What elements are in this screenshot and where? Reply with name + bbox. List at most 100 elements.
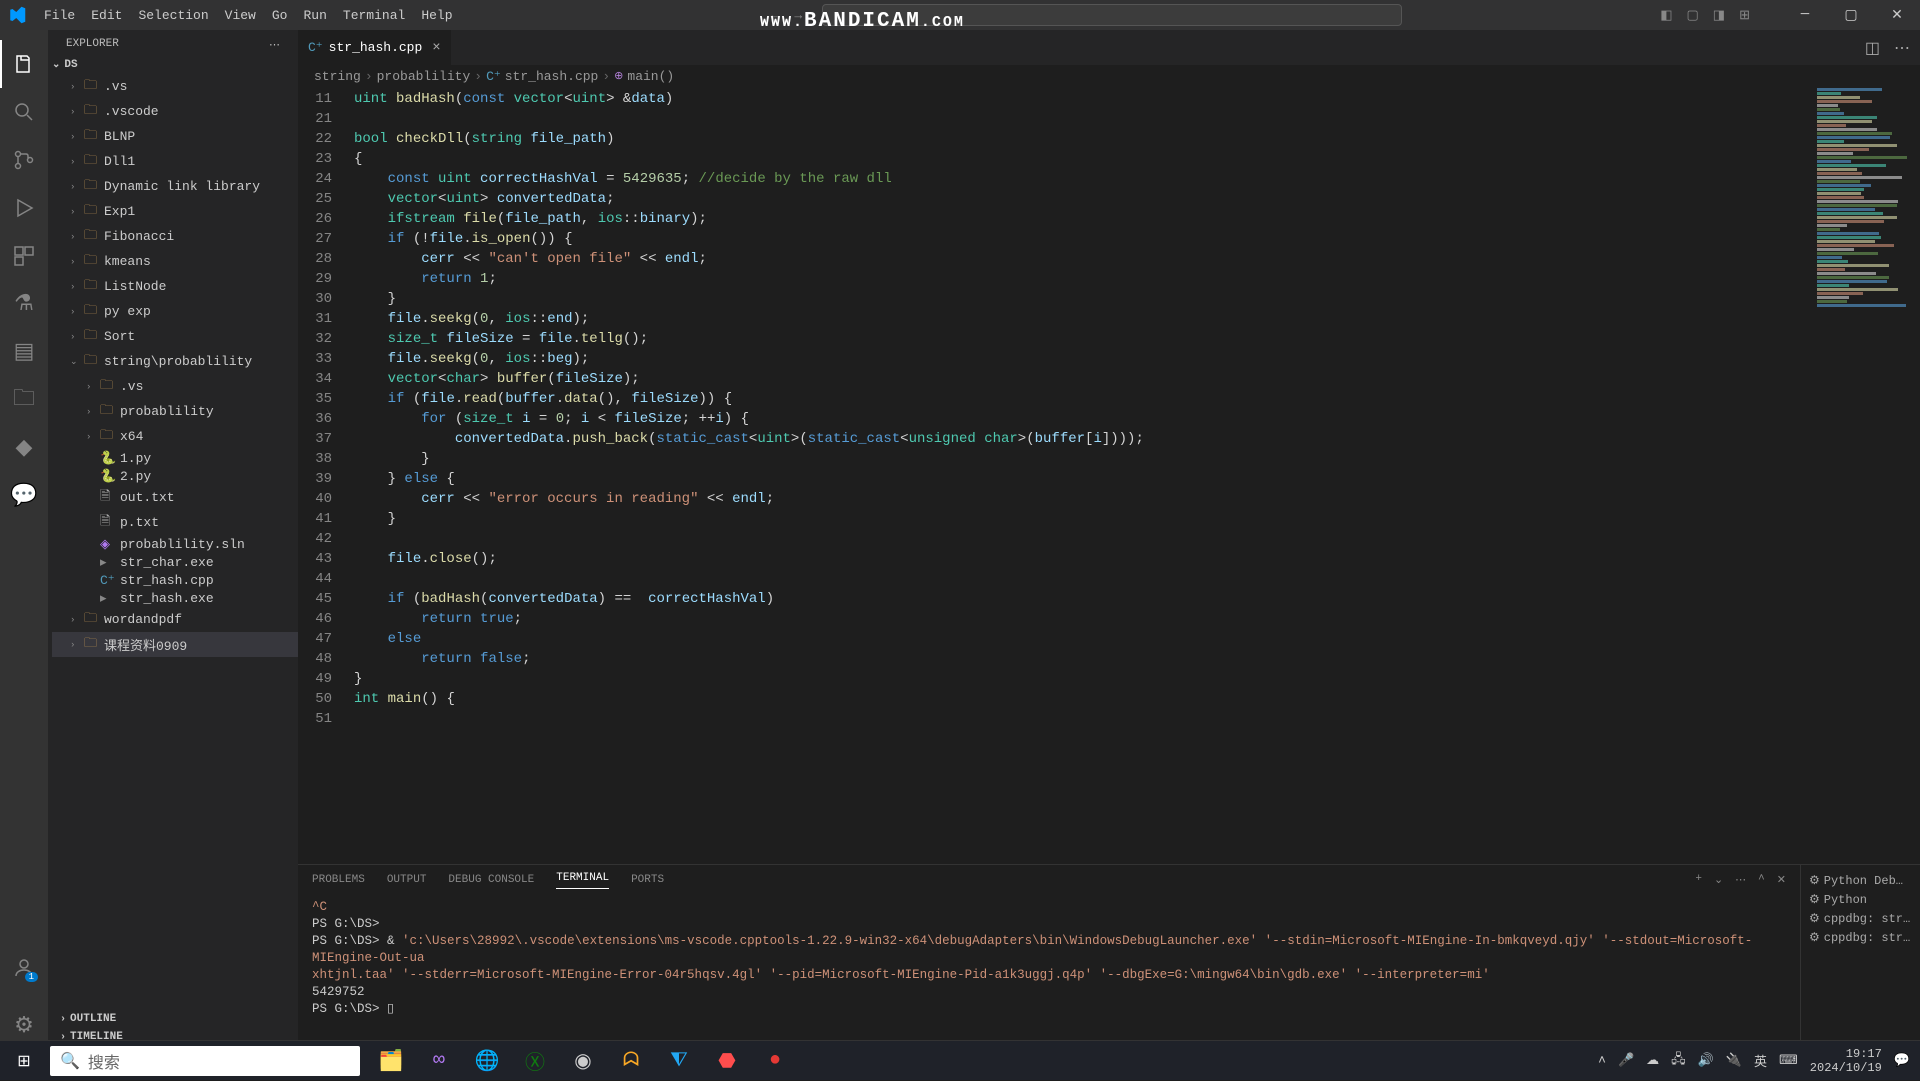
panel-tab[interactable]: PROBLEMS <box>312 874 365 886</box>
app-icon[interactable]: ᗣ <box>608 1041 654 1081</box>
taskbar-clock[interactable]: 19:17 2024/10/19 <box>1810 1047 1882 1075</box>
more-icon[interactable]: ⋯ <box>269 38 280 52</box>
tray-onedrive-icon[interactable]: ☁ <box>1646 1053 1659 1068</box>
record-app[interactable]: ● <box>752 1041 798 1081</box>
split-icon[interactable]: ◫ <box>1865 38 1880 58</box>
testing-icon[interactable]: ⚗ <box>0 280 48 328</box>
maximize-panel-icon[interactable]: ˄ <box>1758 873 1765 887</box>
taskbar-search[interactable]: 🔍 搜索 <box>50 1046 360 1076</box>
steam-app[interactable]: ◉ <box>560 1041 606 1081</box>
terminal-entry[interactable]: ⚙cppdbg: str… <box>1809 909 1912 928</box>
menu-view[interactable]: View <box>217 8 264 23</box>
more-icon[interactable]: ⋯ <box>1735 873 1746 887</box>
tree-item[interactable]: ›🗀ListNode <box>52 274 298 299</box>
tree-item[interactable]: ›🗀py exp <box>52 299 298 324</box>
todo-icon[interactable]: ▤ <box>0 328 48 376</box>
tree-item[interactable]: ›🗀wordandpdf <box>52 607 298 632</box>
command-search[interactable] <box>822 4 1402 26</box>
terminal-entry[interactable]: ⚙Python <box>1809 890 1912 909</box>
xbox-app[interactable]: Ⓧ <box>512 1041 558 1081</box>
terminal-entry[interactable]: ⚙Python Deb… <box>1809 871 1912 890</box>
minimize-button[interactable]: ─ <box>1782 0 1828 30</box>
tree-item[interactable]: ⌄🗀string\probablility <box>52 349 298 374</box>
tree-item[interactable]: ›🗀x64 <box>52 424 298 449</box>
tray-ime2[interactable]: ⌨ <box>1779 1053 1798 1068</box>
notifications-icon[interactable]: 💬 <box>1894 1053 1910 1068</box>
start-button[interactable]: ⊞ <box>0 1041 48 1081</box>
tree-item[interactable]: ›🗀kmeans <box>52 249 298 274</box>
nav-forward-icon[interactable]: → <box>794 8 802 23</box>
panel-tab[interactable]: TERMINAL <box>556 872 609 889</box>
tray-network-icon[interactable]: 🖧 <box>1671 1050 1686 1072</box>
nav-back-icon[interactable]: ← <box>771 8 779 23</box>
close-panel-icon[interactable]: ✕ <box>1777 873 1786 887</box>
tree-item[interactable]: 🐍1.py <box>52 449 298 467</box>
gitlens-icon[interactable]: ◆ <box>0 424 48 472</box>
layout-icon[interactable]: ▢ <box>1687 8 1699 23</box>
extensions-icon[interactable] <box>0 232 48 280</box>
layout-icon[interactable]: ◧ <box>1660 8 1672 23</box>
explorer-app[interactable]: 🗂️ <box>368 1041 414 1081</box>
tree-item[interactable]: 🗎p.txt <box>52 510 298 535</box>
menu-selection[interactable]: Selection <box>130 8 216 23</box>
tree-item[interactable]: ›🗀.vscode <box>52 99 298 124</box>
tree-item[interactable]: 🗎out.txt <box>52 485 298 510</box>
tree-item[interactable]: ▸str_char.exe <box>52 553 298 571</box>
minimap[interactable] <box>1810 87 1920 864</box>
menu-terminal[interactable]: Terminal <box>335 8 413 23</box>
tray-mic-icon[interactable]: 🎤 <box>1618 1053 1634 1068</box>
debug-icon[interactable] <box>0 184 48 232</box>
tray-volume-icon[interactable]: 🔊 <box>1698 1053 1714 1068</box>
tray-chevron-icon[interactable]: ˄ <box>1598 1053 1606 1068</box>
visualstudio-app[interactable]: ∞ <box>416 1041 462 1081</box>
tree-item[interactable]: ◈probablility.sln <box>52 535 298 553</box>
code-editor[interactable]: uint badHash(const vector<uint> &data) b… <box>354 87 1810 864</box>
workspace-root[interactable]: ⌄DS <box>48 56 298 74</box>
maximize-button[interactable]: ▢ <box>1828 0 1874 30</box>
explorer-icon[interactable] <box>0 40 48 88</box>
close-button[interactable]: ✕ <box>1874 0 1920 30</box>
edge-app[interactable]: 🌐 <box>464 1041 510 1081</box>
tree-item[interactable]: ›🗀probablility <box>52 399 298 424</box>
add-terminal-icon[interactable]: + <box>1695 873 1702 887</box>
tree-item[interactable]: ▸str_hash.exe <box>52 589 298 607</box>
menu-run[interactable]: Run <box>295 8 334 23</box>
menu-go[interactable]: Go <box>264 8 296 23</box>
tab-str-hash[interactable]: C⁺ str_hash.cpp × <box>298 30 451 65</box>
tray-ime[interactable]: 英 <box>1754 1051 1767 1070</box>
tree-item[interactable]: 🐍2.py <box>52 467 298 485</box>
tree-item[interactable]: ›🗀Dll1 <box>52 149 298 174</box>
panel-tab[interactable]: PORTS <box>631 874 664 886</box>
tree-item[interactable]: ›🗀Dynamic link library <box>52 174 298 199</box>
layout-icon[interactable]: ⊞ <box>1739 8 1750 23</box>
menu-help[interactable]: Help <box>413 8 460 23</box>
app-icon[interactable]: ⬣ <box>704 1041 750 1081</box>
tree-item[interactable]: ›🗀.vs <box>52 74 298 99</box>
tree-item[interactable]: ›🗀课程资料0909 <box>52 632 298 657</box>
tree-item[interactable]: ›🗀Fibonacci <box>52 224 298 249</box>
source-control-icon[interactable] <box>0 136 48 184</box>
terminal[interactable]: ^CPS G:\DS>PS G:\DS> & 'c:\Users\28992\.… <box>298 895 1800 1050</box>
projectmgr-icon[interactable]: 🗀 <box>0 376 48 424</box>
panel-tab[interactable]: DEBUG CONSOLE <box>448 874 534 886</box>
tree-item[interactable]: ›🗀.vs <box>52 374 298 399</box>
tray-power-icon[interactable]: 🔌 <box>1726 1053 1742 1068</box>
terminal-entry[interactable]: ⚙cppdbg: str… <box>1809 928 1912 947</box>
layout-icon[interactable]: ◨ <box>1713 8 1725 23</box>
comments-icon[interactable]: 💬 <box>0 472 48 520</box>
menu-file[interactable]: File <box>36 8 83 23</box>
panel-tab[interactable]: OUTPUT <box>387 874 427 886</box>
tree-item[interactable]: ›🗀Exp1 <box>52 199 298 224</box>
account-icon[interactable]: 1 <box>0 944 48 992</box>
tree-item[interactable]: ›🗀BLNP <box>52 124 298 149</box>
search-icon[interactable] <box>0 88 48 136</box>
tree-item[interactable]: C⁺str_hash.cpp <box>52 571 298 589</box>
menu-edit[interactable]: Edit <box>83 8 130 23</box>
more-icon[interactable]: ⋯ <box>1894 38 1910 58</box>
close-icon[interactable]: × <box>432 40 440 56</box>
breadcrumb[interactable]: string› probablility› C⁺ str_hash.cpp› ⊕… <box>298 65 1920 87</box>
dropdown-icon[interactable]: ⌄ <box>1714 873 1723 887</box>
tree-item[interactable]: ›🗀Sort <box>52 324 298 349</box>
outline-section[interactable]: ›OUTLINE <box>52 1010 294 1028</box>
vscode-app[interactable]: ⧨ <box>656 1041 702 1081</box>
